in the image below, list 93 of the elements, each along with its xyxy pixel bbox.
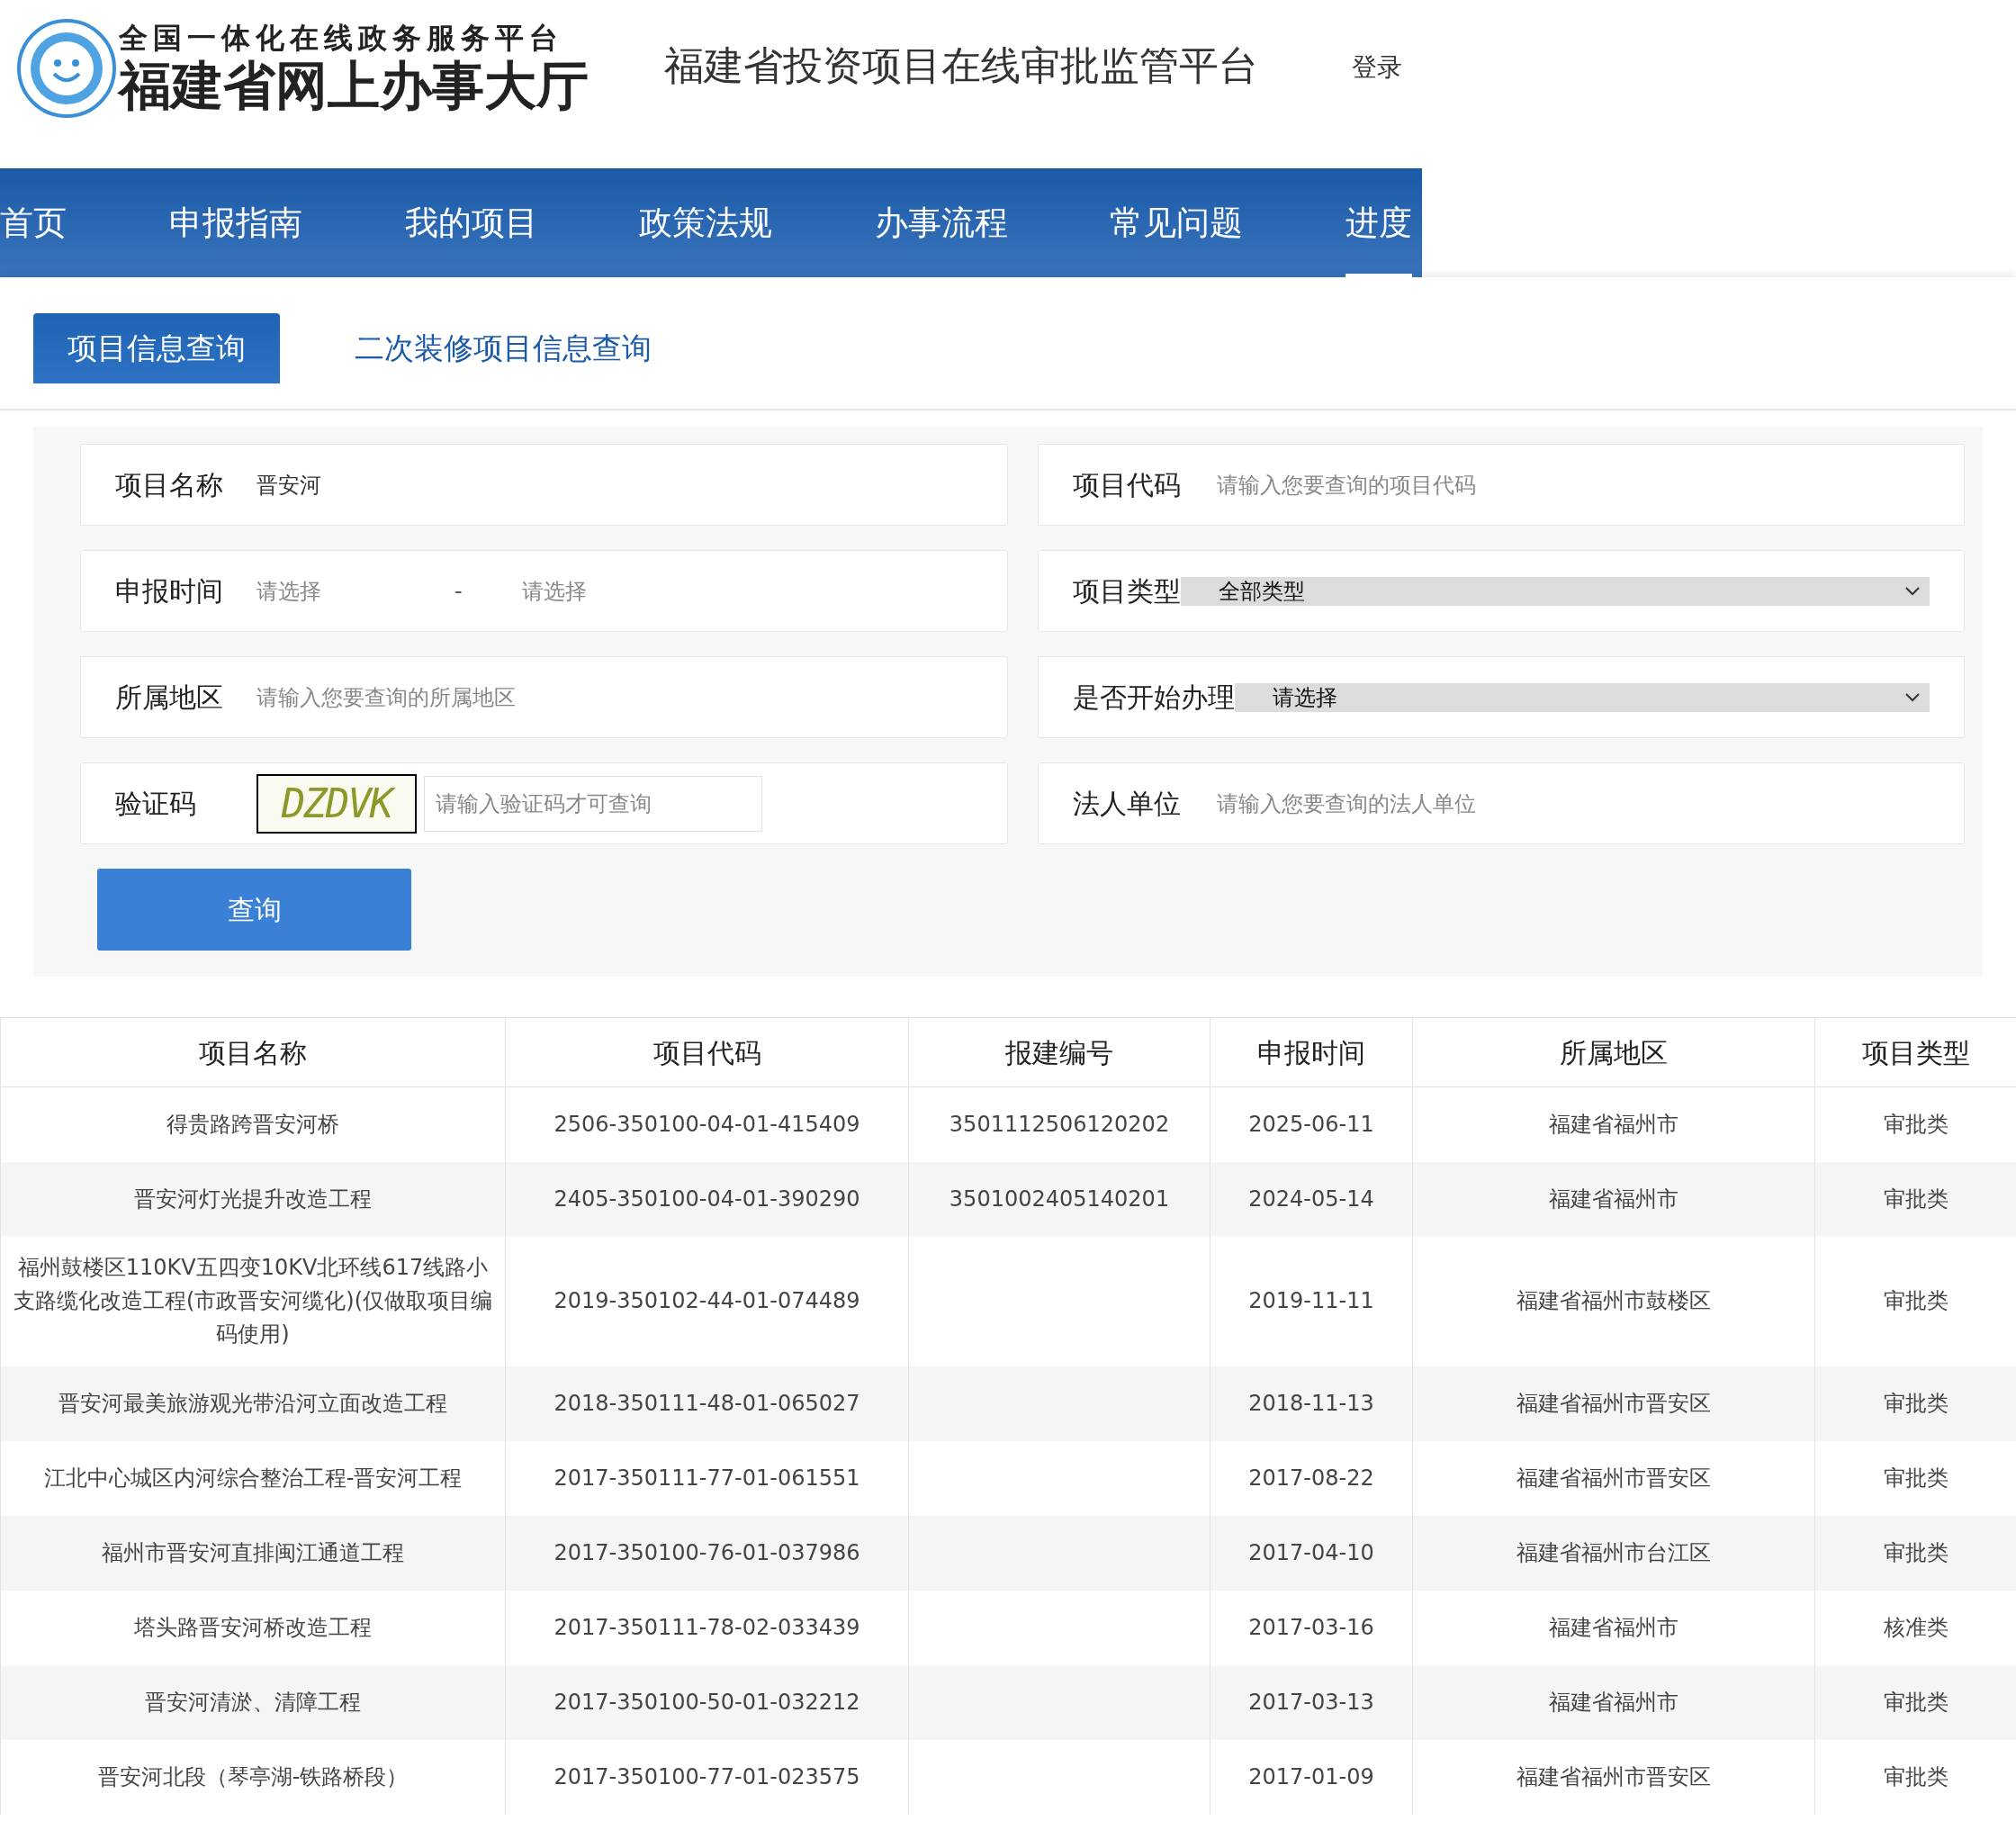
chevron-down-icon	[1904, 585, 1921, 597]
range-separator: -	[454, 577, 464, 606]
table-cell: 福建省福州市	[1549, 1689, 1678, 1715]
table-cell: 2017-350100-77-01-023575	[554, 1763, 860, 1789]
column-header: 申报时间	[1210, 1017, 1413, 1087]
table-cell: 福建省福州市	[1549, 1111, 1678, 1137]
table-cell: 审批类	[1883, 1689, 1948, 1715]
date-field[interactable]: 请选择	[522, 568, 720, 614]
table-cell: 福州鼓楼区110KV五四变10KV北环线617线路小支路缆化改造工程(市政晋安河缆化)(仅做取项目编码使用)	[13, 1255, 493, 1347]
field-label: 是否开始办理	[1072, 681, 1235, 715]
captcha-field[interactable]: 请输入验证码才可查询	[424, 775, 762, 832]
field-label: 项目代码	[1072, 468, 1181, 502]
table-cell: 2019-11-11	[1248, 1288, 1374, 1313]
nav-item[interactable]: 常见问题	[1110, 168, 1243, 277]
table-cell: 晋安河清淤、清障工程	[145, 1689, 361, 1715]
date-field[interactable]: 请选择	[256, 568, 454, 614]
table-cell: 2405-350100-04-01-390290	[554, 1185, 860, 1212]
field-label: 项目类型	[1072, 574, 1181, 609]
table-cell: 2017-03-16	[1248, 1614, 1374, 1640]
nav-item[interactable]: 我的项目	[405, 168, 538, 277]
chevron-down-icon	[1904, 691, 1921, 703]
input-field[interactable]: 项目名称 晋安河	[80, 444, 1008, 526]
table-cell: 2019-350102-44-01-074489	[554, 1288, 860, 1313]
text-input[interactable]: 晋安河	[256, 462, 973, 508]
table-cell: 审批类	[1883, 1465, 1948, 1491]
text-input[interactable]: 请输入您要查询的法人单位	[1216, 780, 1930, 826]
table-cell: 审批类	[1883, 1185, 1948, 1212]
select-field[interactable]: 请选择	[1234, 682, 1930, 712]
table-cell: 福建省福州市晋安区	[1516, 1763, 1711, 1789]
nav-item[interactable]: 进度	[1346, 168, 1412, 277]
table-cell: 2017-08-22	[1248, 1465, 1374, 1491]
nav-item[interactable]: 申报指南	[169, 168, 302, 277]
table-cell: 审批类	[1883, 1111, 1948, 1137]
column-header: 所属地区	[1412, 1017, 1815, 1087]
select-field[interactable]: 全部类型	[1180, 576, 1930, 606]
table-cell: 2017-350111-77-01-061551	[554, 1465, 860, 1491]
column-header: 项目代码	[505, 1017, 909, 1087]
tab[interactable]: 二次装修项目信息查询	[320, 313, 686, 383]
field-label: 所属地区	[115, 681, 224, 715]
table-cell: 审批类	[1883, 1288, 1948, 1313]
logo-subtitle: 全国一体化在线政务服务平台	[119, 20, 564, 56]
table-cell: 晋安河灯光提升改造工程	[134, 1185, 372, 1212]
captcha-image[interactable]: DZDVK	[256, 773, 417, 834]
logo-icon	[16, 18, 117, 119]
table-cell: 福州市晋安河直排闽江通道工程	[102, 1539, 404, 1565]
table-cell: 2025-06-11	[1248, 1111, 1374, 1137]
table-cell: 江北中心城区内河综合整治工程-晋安河工程	[43, 1465, 463, 1491]
text-input[interactable]: 请输入您要查询的所属地区	[256, 674, 973, 720]
field-label: 申报时间	[115, 574, 224, 609]
table-cell: 福建省福州市晋安区	[1516, 1390, 1711, 1416]
table-cell: 得贵路跨晋安河桥	[166, 1111, 339, 1137]
table-cell: 审批类	[1883, 1539, 1948, 1565]
table-cell: 福建省福州市	[1549, 1614, 1678, 1640]
table-cell: 审批类	[1883, 1763, 1948, 1789]
table-cell: 2506-350100-04-01-415409	[554, 1111, 860, 1137]
tab[interactable]: 项目信息查询	[33, 313, 280, 383]
nav-item[interactable]: 办事流程	[875, 168, 1008, 277]
table-cell: 晋安河北段（琴亭湖-铁路桥段）	[97, 1763, 409, 1789]
field-label: 法人单位	[1072, 787, 1181, 821]
nav-item[interactable]: 首页	[0, 168, 67, 277]
column-header: 项目名称	[0, 1017, 506, 1087]
table-cell: 3501002405140201	[949, 1185, 1170, 1212]
table-cell: 福建省福州市晋安区	[1516, 1465, 1711, 1491]
table-cell: 核准类	[1883, 1614, 1948, 1640]
table-cell: 2017-350111-78-02-033439	[554, 1614, 860, 1640]
logo-title: 福建省网上办事大厅	[119, 56, 589, 115]
table-cell: 福建省福州市	[1549, 1185, 1678, 1212]
table-cell: 2018-11-13	[1248, 1390, 1374, 1416]
table-cell: 2017-350100-50-01-032212	[554, 1689, 860, 1715]
input-field[interactable]: 项目代码 请输入您要查询的项目代码	[1037, 444, 1965, 526]
table-cell: 2024-05-14	[1248, 1185, 1374, 1212]
field-label: 验证码	[115, 787, 197, 821]
login-link[interactable]: 登录	[1352, 49, 1402, 86]
table-cell: 2017-350100-76-01-037986	[554, 1539, 860, 1565]
input-field[interactable]: 所属地区 请输入您要查询的所属地区	[80, 656, 1008, 738]
table-cell: 晋安河最美旅游观光带沿河立面改造工程	[58, 1390, 447, 1416]
text-input[interactable]: 请输入您要查询的项目代码	[1216, 462, 1930, 508]
table-cell: 审批类	[1883, 1390, 1948, 1416]
table-cell: 2017-01-09	[1248, 1763, 1374, 1789]
table-cell: 2018-350111-48-01-065027	[554, 1390, 860, 1416]
table-cell: 塔头路晋安河桥改造工程	[134, 1614, 372, 1640]
table-cell: 3501112506120202	[949, 1111, 1170, 1137]
table-cell: 福建省福州市台江区	[1516, 1539, 1711, 1565]
nav-item[interactable]: 政策法规	[639, 168, 772, 277]
table-cell: 2017-04-10	[1248, 1539, 1374, 1565]
field-label: 项目名称	[115, 468, 224, 502]
column-header: 项目类型	[1814, 1017, 2016, 1087]
platform-title: 福建省投资项目在线审批监管平台	[664, 41, 1258, 90]
input-field[interactable]: 法人单位 请输入您要查询的法人单位	[1037, 762, 1965, 844]
search-button[interactable]: 查询	[97, 869, 411, 951]
column-header: 报建编号	[908, 1017, 1210, 1087]
table-cell: 2017-03-13	[1248, 1689, 1374, 1715]
table-cell: 福建省福州市鼓楼区	[1516, 1288, 1711, 1313]
